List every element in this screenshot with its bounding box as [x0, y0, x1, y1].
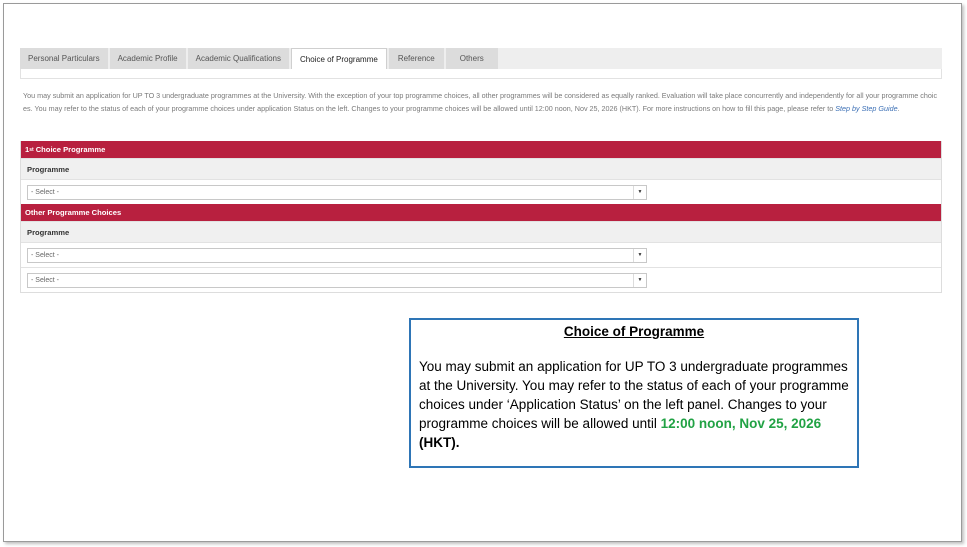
callout-body: You may submit an application for UP TO …	[419, 357, 849, 452]
other-choice-select-1-value: - Select -	[31, 251, 60, 259]
tab-bar: Personal Particulars Academic Profile Ac…	[20, 48, 942, 69]
tab-others[interactable]: Others	[445, 48, 498, 69]
intro-end: .	[897, 104, 900, 113]
tab-academic-qualifications[interactable]: Academic Qualifications	[187, 48, 289, 69]
tab-personal-particulars[interactable]: Personal Particulars	[20, 48, 108, 69]
choice-of-programme-callout: Choice of Programme You may submit an ap…	[409, 318, 859, 468]
chevron-down-icon[interactable]: ▼	[633, 248, 646, 262]
chevron-down-icon[interactable]: ▼	[633, 185, 646, 199]
first-choice-header: 1 st Choice Programme	[21, 141, 941, 158]
other-choice-row-2: - Select - ▼	[21, 267, 941, 292]
first-choice-select-value: - Select -	[31, 188, 60, 196]
intro-text: You may submit an application for UP TO …	[23, 89, 941, 115]
first-choice-title: Choice Programme	[35, 145, 106, 154]
callout-deadline: 12:00 noon, Nov 25, 2026	[660, 416, 822, 431]
other-choice-row-1: - Select - ▼	[21, 242, 941, 267]
other-choices-header: Other Programme Choices	[21, 204, 941, 221]
callout-title: Choice of Programme	[563, 324, 705, 339]
programme-form: 1 st Choice Programme Programme - Select…	[20, 141, 942, 293]
other-choices-column-header: Programme	[21, 221, 941, 242]
step-by-step-guide-link[interactable]: Step by Step Guide	[835, 104, 897, 113]
intro-body: You may submit an application for UP TO …	[23, 91, 938, 113]
other-choice-select-1[interactable]: - Select - ▼	[27, 247, 647, 263]
first-choice-select[interactable]: - Select - ▼	[27, 184, 647, 200]
tab-content-border	[20, 69, 942, 79]
other-choice-select-2-value: - Select -	[31, 276, 60, 284]
first-choice-column-header: Programme	[21, 158, 941, 179]
tab-reference[interactable]: Reference	[388, 48, 444, 69]
callout-suffix: (HKT).	[419, 435, 460, 450]
chevron-down-icon[interactable]: ▼	[633, 273, 646, 287]
other-choice-select-2[interactable]: - Select - ▼	[27, 272, 647, 288]
tab-academic-profile[interactable]: Academic Profile	[109, 48, 186, 69]
first-choice-row: - Select - ▼	[21, 179, 941, 204]
first-choice-ordinal: st	[29, 146, 34, 153]
tab-choice-of-programme[interactable]: Choice of Programme	[291, 48, 387, 69]
